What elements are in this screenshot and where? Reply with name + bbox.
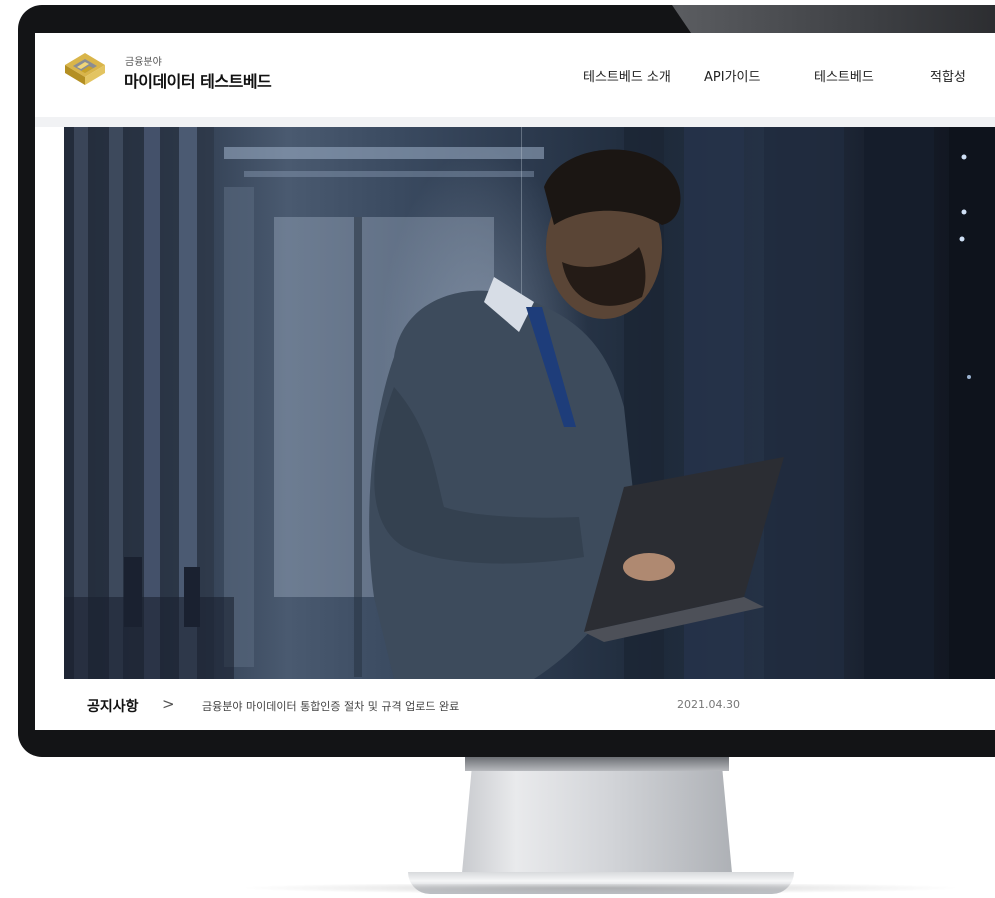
notice-bar: 공지사항 > 금융분야 마이데이터 통합인증 절차 및 규격 업로드 완료 20… [35, 679, 995, 730]
nav-item-api-guide[interactable]: API가이드 [704, 66, 760, 85]
nav-item-intro[interactable]: 테스트베드 소개 [583, 66, 671, 85]
chevron-right-icon[interactable]: > [162, 695, 175, 713]
hero-banner-image [64, 127, 995, 679]
stand-shadow [465, 757, 729, 771]
monitor-stand-neck [462, 757, 732, 873]
notice-date: 2021.04.30 [677, 698, 740, 711]
brand-logo-icon[interactable] [63, 51, 107, 91]
hero-illustration [64, 127, 995, 679]
notice-headline-link[interactable]: 금융분야 마이데이터 통합인증 절차 및 규격 업로드 완료 [202, 698, 459, 714]
floor-shadow [0, 884, 995, 898]
site-header: 금융분야 마이데이터 테스트베드 테스트베드 소개 API가이드 테스트베드 적… [35, 33, 995, 117]
nav-item-conformance[interactable]: 적합성 [930, 66, 966, 85]
header-divider [35, 117, 995, 127]
brand-title[interactable]: 마이데이터 테스트베드 [124, 68, 272, 92]
bezel-reflection [672, 5, 995, 35]
notice-title[interactable]: 공지사항 [87, 696, 139, 716]
website-screen: 금융분야 마이데이터 테스트베드 테스트베드 소개 API가이드 테스트베드 적… [35, 33, 995, 730]
nav-item-testbed[interactable]: 테스트베드 [814, 66, 874, 85]
brand-subtitle: 금융분야 [125, 57, 162, 68]
